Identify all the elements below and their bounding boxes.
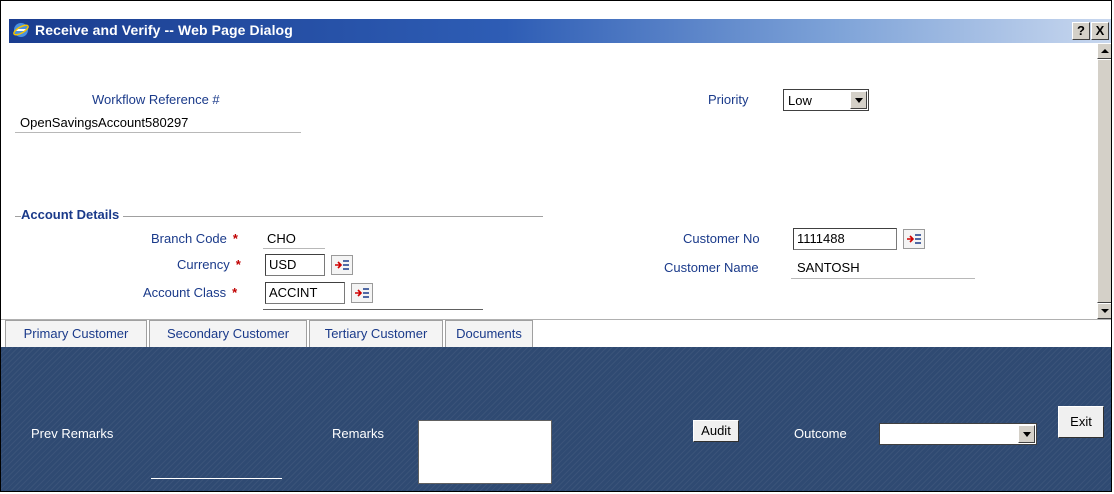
help-button[interactable]: ? [1072, 22, 1090, 40]
arrow-up-icon [1101, 49, 1109, 53]
close-button[interactable]: X [1091, 22, 1109, 40]
scroll-down-button[interactable] [1097, 303, 1111, 319]
list-of-values-icon [355, 288, 369, 298]
chevron-down-icon[interactable] [850, 91, 867, 109]
window-title: Receive and Verify -- Web Page Dialog [35, 22, 293, 38]
priority-label: Priority [708, 92, 749, 107]
workflow-reference-underline [15, 132, 301, 133]
customer-no-label: Customer No [683, 231, 760, 246]
list-of-values-icon [335, 260, 349, 270]
account-class-lookup-button[interactable] [351, 283, 373, 303]
currency-input[interactable]: USD [265, 254, 325, 276]
required-marker: * [232, 231, 238, 246]
currency-lookup-button[interactable] [331, 255, 353, 275]
footer-panel: Prev Remarks Remarks Audit Outcome Exit [1, 347, 1111, 491]
tab-tertiary-customer[interactable]: Tertiary Customer [309, 320, 443, 347]
prev-remarks-underline [151, 478, 282, 479]
remarks-textarea[interactable] [418, 420, 552, 484]
tab-primary-customer[interactable]: Primary Customer [5, 320, 147, 347]
workflow-reference-label: Workflow Reference # [92, 92, 220, 107]
customer-no-input[interactable]: 1111488 [793, 228, 897, 250]
account-class-label: Account Class * [143, 285, 237, 300]
dialog-window: Receive and Verify -- Web Page Dialog ? … [0, 0, 1112, 492]
chevron-down-icon[interactable] [1018, 425, 1035, 443]
account-class-label-text: Account Class [143, 285, 227, 300]
audit-button[interactable]: Audit [693, 420, 739, 442]
form-content: Workflow Reference # OpenSavingsAccount5… [1, 43, 1097, 317]
scroll-thumb[interactable] [1097, 59, 1111, 303]
customer-no-lookup-button[interactable] [903, 229, 925, 249]
vertical-scrollbar[interactable] [1097, 43, 1111, 319]
customer-name-underline [791, 278, 975, 279]
arrow-down-icon [1101, 309, 1109, 313]
branch-code-label: Branch Code * [151, 231, 238, 246]
priority-select[interactable]: Low [783, 89, 869, 111]
branch-code-underline [263, 248, 325, 249]
required-marker: * [232, 285, 238, 300]
outcome-select[interactable] [879, 423, 1037, 445]
branch-code-value: CHO [267, 231, 296, 246]
title-bar: Receive and Verify -- Web Page Dialog ? … [1, 1, 1111, 43]
remarks-label: Remarks [332, 426, 385, 441]
currency-label: Currency * [177, 257, 241, 272]
customer-tabs: Primary Customer Secondary Customer Tert… [1, 319, 1111, 348]
priority-selected-value: Low [788, 93, 812, 108]
prev-remarks-label: Prev Remarks [31, 426, 114, 441]
currency-label-text: Currency [177, 257, 230, 272]
customer-name-label: Customer Name [664, 260, 759, 275]
account-class-underline [263, 309, 483, 310]
account-details-heading: Account Details [21, 207, 124, 222]
workflow-reference-value: OpenSavingsAccount580297 [20, 115, 189, 130]
tab-documents[interactable]: Documents [445, 320, 533, 347]
scroll-up-button[interactable] [1097, 43, 1111, 59]
account-class-input[interactable]: ACCINT [265, 282, 345, 304]
list-of-values-icon [907, 234, 921, 244]
tab-secondary-customer[interactable]: Secondary Customer [149, 320, 307, 347]
internet-explorer-icon [13, 23, 29, 37]
required-marker: * [235, 257, 241, 272]
branch-code-label-text: Branch Code [151, 231, 227, 246]
exit-button[interactable]: Exit [1058, 406, 1104, 438]
customer-name-value: SANTOSH [797, 260, 860, 275]
outcome-label: Outcome [794, 426, 847, 441]
